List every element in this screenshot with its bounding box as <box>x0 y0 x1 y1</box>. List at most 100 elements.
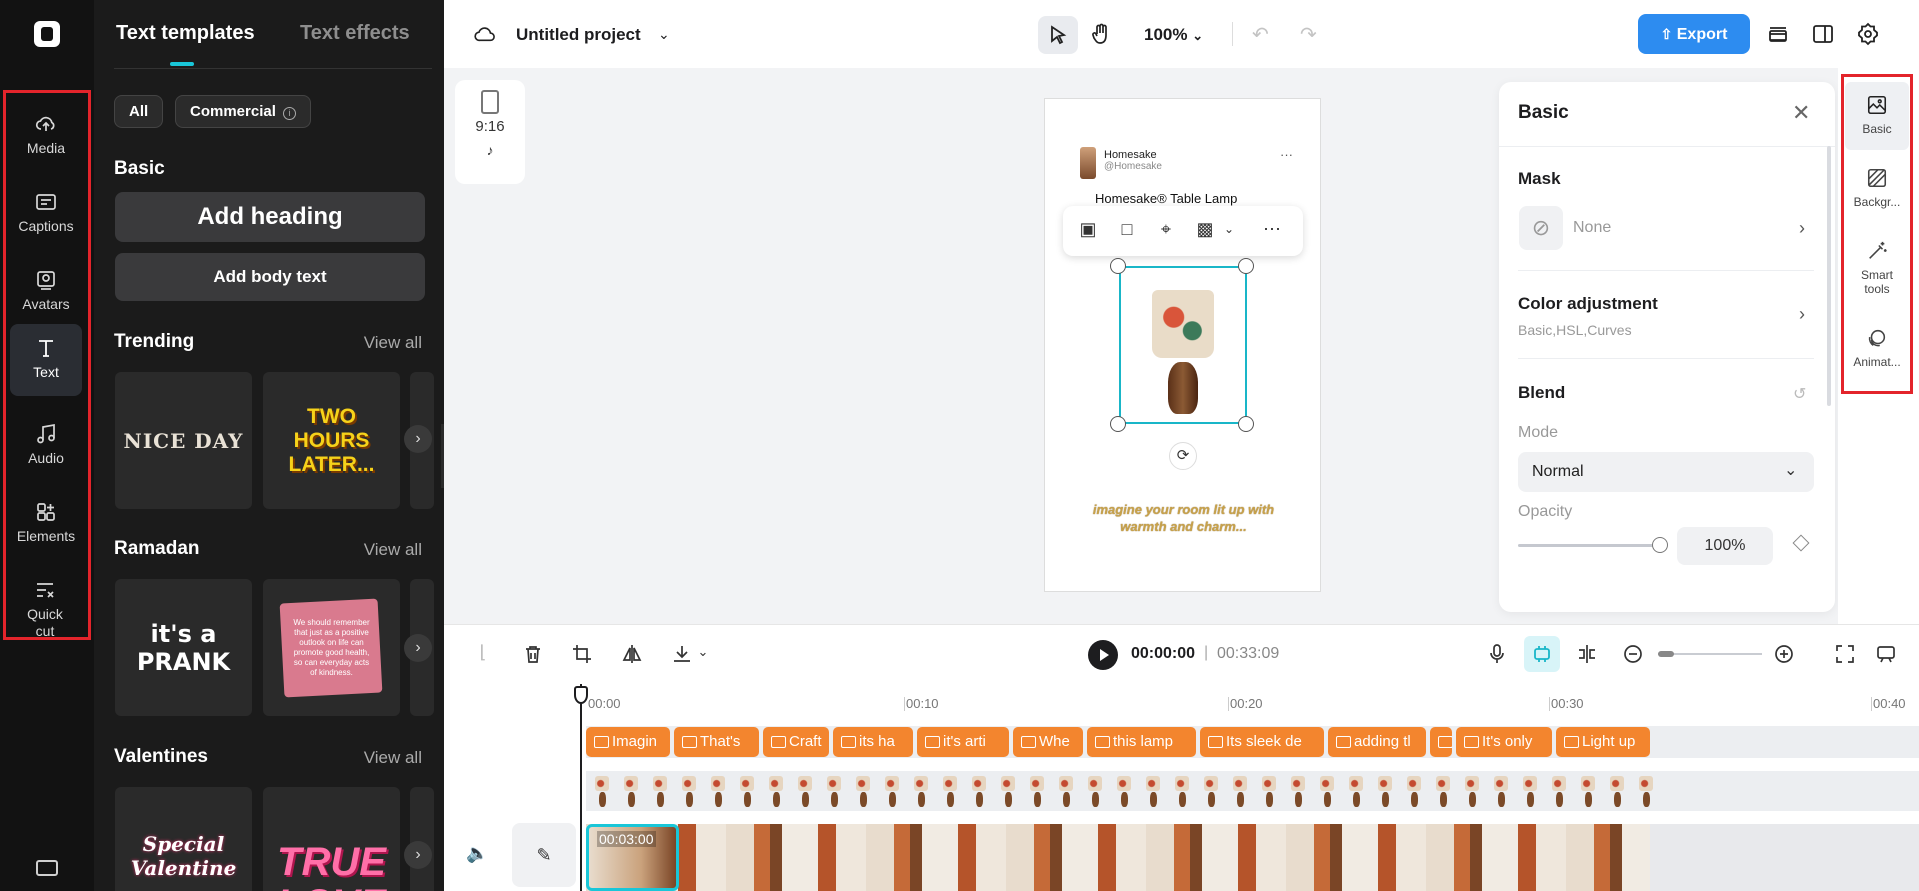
caption-clip[interactable]: Light up <box>1556 727 1650 757</box>
export-button[interactable]: ⇧ Export <box>1638 14 1750 54</box>
smart-crop-icon[interactable]: □ <box>1116 219 1138 241</box>
chevron-right-icon[interactable]: › <box>404 634 432 662</box>
caption-clip[interactable]: Its sleek de <box>1200 727 1324 757</box>
rail-item-audio[interactable]: Audio <box>10 410 82 482</box>
image-overlay-clip[interactable] <box>652 776 668 808</box>
playhead[interactable] <box>580 684 582 891</box>
rail-item-media[interactable]: Media <box>10 100 82 172</box>
right-tab-smart-tools[interactable]: Smart tools <box>1845 240 1909 296</box>
right-tab-animation[interactable]: Animat... <box>1845 327 1909 369</box>
right-tab-basic[interactable]: Basic <box>1845 82 1909 150</box>
select-tool-button[interactable] <box>1038 16 1078 54</box>
redo-icon[interactable]: ↷ <box>1300 22 1317 47</box>
zoom-out-icon[interactable] <box>1622 643 1644 665</box>
image-overlay-clip[interactable] <box>1261 776 1277 808</box>
color-adjustment-heading[interactable]: Color adjustment <box>1518 294 1658 314</box>
rail-item-quick-cut[interactable]: Quick cut <box>10 566 80 640</box>
template-card[interactable]: TRUE LOVE <box>263 787 400 891</box>
image-overlay-clip[interactable] <box>1232 776 1248 808</box>
flip-icon[interactable] <box>621 643 643 665</box>
close-icon[interactable]: ✕ <box>1792 100 1810 126</box>
caption-clip[interactable]: this lamp <box>1087 727 1196 757</box>
chevron-right-icon[interactable]: › <box>1799 304 1805 325</box>
gear-icon[interactable] <box>1856 22 1880 46</box>
download-icon[interactable] <box>671 643 693 665</box>
image-overlay-clip[interactable] <box>1000 776 1016 808</box>
rotate-icon[interactable]: ⟳ <box>1169 442 1197 470</box>
image-overlay-clip[interactable] <box>1435 776 1451 808</box>
image-overlay-clip[interactable] <box>884 776 900 808</box>
view-all-trending-link[interactable]: View all <box>364 333 422 353</box>
cloud-icon[interactable] <box>474 24 496 44</box>
aspect-ratio-selector[interactable]: 9:16 ♪ <box>455 80 525 184</box>
hand-icon[interactable] <box>1091 23 1111 45</box>
resize-handle[interactable] <box>1110 258 1126 274</box>
add-body-text-button[interactable]: Add body text <box>115 253 425 301</box>
image-overlay-clip[interactable] <box>1377 776 1393 808</box>
chevron-right-icon[interactable]: › <box>1799 218 1805 239</box>
split-clip-icon[interactable] <box>1576 643 1598 665</box>
zoom-level-dropdown[interactable]: 100% ⌄ <box>1144 25 1203 45</box>
opacity-slider-handle[interactable] <box>1652 537 1668 553</box>
keyboard-shortcuts-icon[interactable] <box>36 860 58 876</box>
microphone-icon[interactable] <box>1486 643 1508 665</box>
image-overlay-clip[interactable] <box>1580 776 1596 808</box>
right-tab-background[interactable]: Backgr... <box>1845 167 1909 209</box>
image-overlay-clip[interactable] <box>1319 776 1335 808</box>
filter-commercial-chip[interactable]: Commercial i <box>175 95 312 128</box>
blend-mode-select[interactable]: Normal ⌄ <box>1518 452 1814 492</box>
opacity-input[interactable]: 100% <box>1677 527 1773 565</box>
split-view-icon[interactable] <box>1811 22 1835 46</box>
image-overlay-clip[interactable] <box>768 776 784 808</box>
caption-clip[interactable]: Imagin <box>586 727 670 757</box>
template-card[interactable]: TWO HOURS LATER... <box>263 372 400 509</box>
edit-cover-button[interactable]: ✎ <box>512 823 576 887</box>
image-overlay-clip[interactable] <box>1406 776 1422 808</box>
properties-scrollbar[interactable] <box>1827 146 1831 406</box>
image-overlay-clip[interactable] <box>681 776 697 808</box>
image-overlay-clip[interactable] <box>739 776 755 808</box>
chevron-down-icon[interactable]: ⌄ <box>658 26 670 43</box>
chevron-down-icon[interactable]: ⌄ <box>692 644 714 666</box>
caption-clip[interactable] <box>1430 727 1452 757</box>
caption-clip[interactable]: its ha <box>833 727 913 757</box>
caption-clip[interactable]: Craft <box>763 727 829 757</box>
more-options-icon[interactable]: ⋯ <box>1261 219 1283 241</box>
rail-item-elements[interactable]: Elements <box>10 488 82 560</box>
image-overlay-clip[interactable] <box>855 776 871 808</box>
image-overlay-clip[interactable] <box>1145 776 1161 808</box>
caption-clip[interactable]: adding tl <box>1328 727 1426 757</box>
project-title[interactable]: Untitled project <box>516 25 641 45</box>
image-overlay-clip[interactable] <box>942 776 958 808</box>
image-overlay-clip[interactable] <box>797 776 813 808</box>
image-overlay-clip[interactable] <box>710 776 726 808</box>
mask-value[interactable]: None <box>1573 219 1611 237</box>
zoom-in-icon[interactable] <box>1773 643 1795 665</box>
image-overlay-clip[interactable] <box>1087 776 1103 808</box>
image-overlay-clip[interactable] <box>1493 776 1509 808</box>
rail-item-captions[interactable]: Captions <box>10 178 82 250</box>
crop-icon[interactable]: ⌖ <box>1155 219 1177 241</box>
image-overlay-clip[interactable] <box>971 776 987 808</box>
tab-text-templates[interactable]: Text templates <box>116 22 255 45</box>
undo-icon[interactable]: ↶ <box>1252 22 1269 47</box>
image-overlay-clip[interactable] <box>623 776 639 808</box>
rail-item-avatars[interactable]: Avatars <box>10 256 82 328</box>
caption-clip[interactable]: That's <box>674 727 759 757</box>
trash-icon[interactable] <box>522 643 544 665</box>
layers-icon[interactable] <box>1766 22 1790 46</box>
video-clips-strip[interactable] <box>586 824 1650 891</box>
replace-image-icon[interactable]: ▣ <box>1077 219 1099 241</box>
caption-clip[interactable]: it's arti <box>917 727 1009 757</box>
image-overlay-clip[interactable] <box>1348 776 1364 808</box>
image-overlay-clip[interactable] <box>1638 776 1654 808</box>
play-button[interactable] <box>1088 640 1118 670</box>
auto-snap-button[interactable] <box>1524 636 1560 672</box>
image-overlay-clip[interactable] <box>1551 776 1567 808</box>
image-overlay-clip[interactable] <box>594 776 610 808</box>
image-overlay-clip[interactable] <box>1290 776 1306 808</box>
chevron-right-icon[interactable]: › <box>404 841 432 869</box>
view-all-ramadan-link[interactable]: View all <box>364 540 422 560</box>
reset-icon[interactable]: ↺ <box>1793 384 1806 404</box>
image-overlay-clip[interactable] <box>1609 776 1625 808</box>
